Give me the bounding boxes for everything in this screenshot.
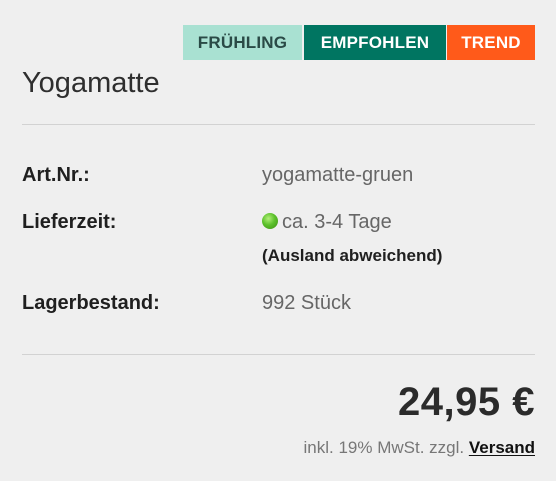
product-title: Yogamatte [22, 67, 160, 99]
delivery-time-value: ca. 3-4 Tage [282, 211, 392, 233]
product-price: 24,95 € [398, 380, 535, 424]
tax-info: inkl. 19% MwSt. zzgl. Versand [304, 438, 536, 458]
shipping-link[interactable]: Versand [469, 438, 535, 457]
stock-label: Lagerbestand: [22, 292, 160, 314]
tax-text: inkl. 19% MwSt. zzgl. [303, 438, 465, 457]
badge-recommended: EMPFOHLEN [304, 25, 446, 60]
badge-spring: FRÜHLING [183, 25, 302, 60]
divider-bottom [22, 354, 535, 355]
article-number-label: Art.Nr.: [22, 164, 90, 186]
divider-top [22, 124, 535, 125]
green-status-dot-icon [262, 213, 278, 229]
delivery-time-label: Lieferzeit: [22, 211, 117, 233]
badge-trend: TREND [447, 25, 535, 60]
delivery-time-note: (Ausland abweichend) [262, 246, 443, 265]
article-number-value: yogamatte-gruen [262, 164, 414, 186]
delivery-time-value-wrap: ca. 3-4 Tage [262, 211, 392, 234]
stock-value: 992 Stück [262, 292, 351, 314]
product-badges: FRÜHLING EMPFOHLEN TREND [183, 25, 535, 60]
